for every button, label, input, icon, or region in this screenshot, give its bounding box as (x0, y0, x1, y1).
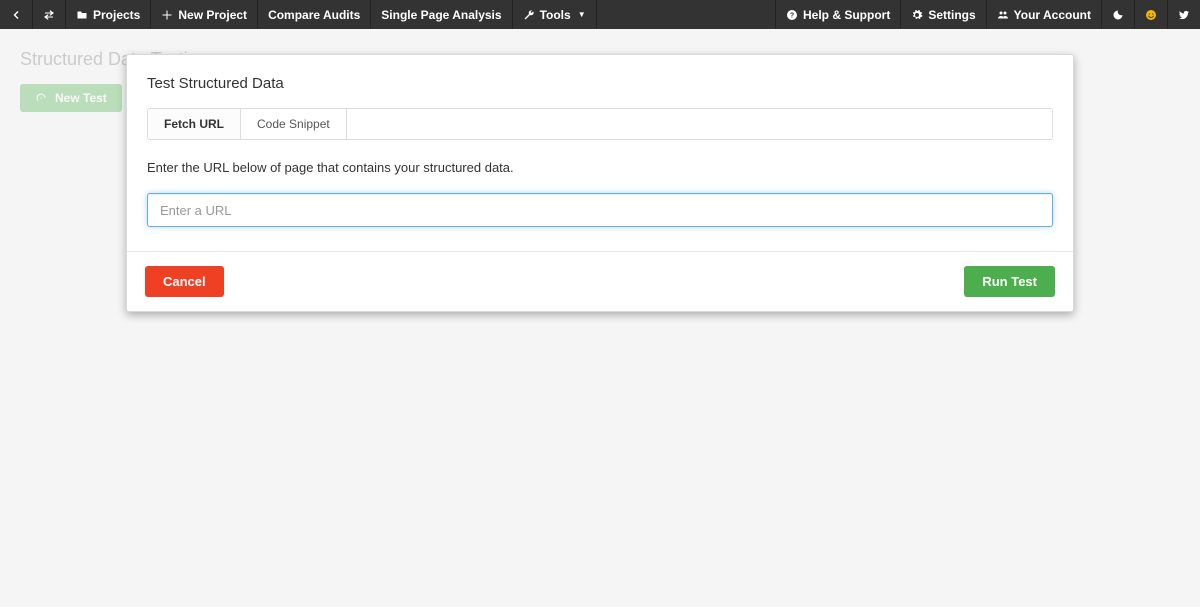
nav-account[interactable]: Your Account (986, 0, 1101, 29)
run-test-button[interactable]: Run Test (964, 266, 1055, 297)
nav-left-group: Projects New Project Compare Audits Sing… (0, 0, 597, 29)
nav-projects-label: Projects (93, 8, 140, 22)
nav-new-project-label: New Project (178, 8, 247, 22)
gear-icon (911, 9, 923, 21)
chevron-left-icon (10, 9, 22, 21)
top-navbar: Projects New Project Compare Audits Sing… (0, 0, 1200, 29)
tab-filler (347, 109, 1052, 139)
chevron-down-icon: ▼ (578, 10, 586, 19)
nav-compare-audits-label: Compare Audits (268, 8, 360, 22)
plus-icon (161, 9, 173, 21)
svg-text:?: ? (790, 12, 794, 19)
smiley-icon (1145, 9, 1157, 21)
nav-single-page[interactable]: Single Page Analysis (371, 0, 512, 29)
url-input[interactable] (147, 193, 1053, 227)
swap-icon (43, 9, 55, 21)
nav-new-project[interactable]: New Project (151, 0, 258, 29)
nav-account-label: Your Account (1014, 8, 1091, 22)
swap-button[interactable] (33, 0, 66, 29)
nav-single-page-label: Single Page Analysis (381, 8, 501, 22)
feedback-button[interactable] (1134, 0, 1167, 29)
modal-footer: Cancel Run Test (127, 251, 1073, 311)
moon-icon (1112, 9, 1124, 21)
nav-help-label: Help & Support (803, 8, 890, 22)
help-icon: ? (786, 9, 798, 21)
twitter-icon (1178, 9, 1190, 21)
twitter-link[interactable] (1167, 0, 1200, 29)
modal-title: Test Structured Data (147, 75, 1053, 92)
modal-tabs: Fetch URL Code Snippet (147, 108, 1053, 140)
tab-fetch-url[interactable]: Fetch URL (148, 109, 241, 139)
folder-icon (76, 9, 88, 21)
wrench-icon (523, 9, 535, 21)
cancel-button[interactable]: Cancel (145, 266, 224, 297)
users-icon (997, 9, 1009, 21)
nav-projects[interactable]: Projects (66, 0, 151, 29)
nav-settings[interactable]: Settings (900, 0, 985, 29)
modal-body: Test Structured Data Fetch URL Code Snip… (127, 55, 1073, 251)
dark-mode-toggle[interactable] (1101, 0, 1134, 29)
back-button[interactable] (0, 0, 33, 29)
nav-help[interactable]: ? Help & Support (775, 0, 900, 29)
tab-code-snippet[interactable]: Code Snippet (241, 109, 347, 139)
nav-compare-audits[interactable]: Compare Audits (258, 0, 371, 29)
new-test-button[interactable]: New Test (20, 84, 122, 112)
new-test-label: New Test (55, 91, 107, 105)
gauge-icon (35, 92, 47, 104)
nav-right-group: ? Help & Support Settings Your Account (775, 0, 1200, 29)
nav-settings-label: Settings (928, 8, 975, 22)
test-structured-data-modal: Test Structured Data Fetch URL Code Snip… (126, 54, 1074, 312)
modal-instruction: Enter the URL below of page that contain… (147, 160, 1053, 175)
nav-tools-label: Tools (540, 8, 571, 22)
nav-tools[interactable]: Tools ▼ (513, 0, 597, 29)
